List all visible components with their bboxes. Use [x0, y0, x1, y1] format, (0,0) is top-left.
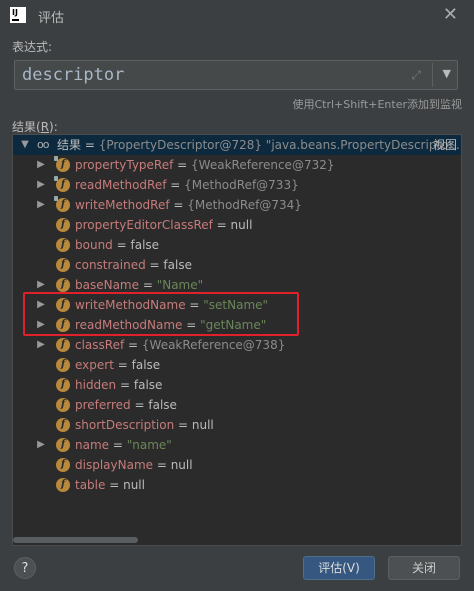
chevron-down-icon[interactable]: ▼ — [443, 67, 451, 80]
expand-icon[interactable]: ⤢ — [411, 68, 421, 83]
view-link[interactable]: 视图 — [433, 135, 457, 155]
field-name: classRef — [75, 338, 125, 352]
tree-row[interactable]: ▶ f readMethodRef = {MethodRef@733} — [13, 175, 461, 195]
expression-value[interactable]: descriptor — [22, 65, 124, 85]
horizontal-scrollbar[interactable] — [13, 537, 138, 543]
field-name: hidden — [75, 378, 117, 392]
expression-label: 表达式: — [12, 40, 53, 54]
field-value: null — [123, 478, 145, 492]
field-icon: f — [56, 278, 70, 292]
field-name: name — [75, 438, 110, 452]
close-button[interactable]: 关闭 — [388, 556, 460, 580]
tree-row[interactable]: f shortDescription = null — [13, 415, 461, 435]
field-icon: f — [56, 398, 70, 412]
expression-separator — [432, 63, 433, 87]
result-tree[interactable]: ▼ oo 结果 = {PropertyDescriptor@728} "java… — [12, 134, 462, 546]
field-name: constrained — [75, 258, 146, 272]
field-value: {WeakReference@732} — [191, 158, 335, 172]
root-name: 结果 — [57, 138, 82, 152]
field-icon: f — [56, 198, 70, 212]
chevron-right-icon[interactable]: ▶ — [35, 155, 47, 175]
field-name: propertyEditorClassRef — [75, 218, 213, 232]
field-icon: f — [56, 438, 70, 452]
field-name: writeMethodRef — [75, 198, 170, 212]
field-name: propertyTypeRef — [75, 158, 174, 172]
highlight-box — [23, 292, 299, 336]
tree-row[interactable]: f table = null — [13, 475, 461, 495]
field-value: "Name" — [156, 278, 204, 292]
tree-row[interactable]: ▶ f classRef = {WeakReference@738} — [13, 335, 461, 355]
tree-row[interactable]: ▶ f writeMethodRef = {MethodRef@734} — [13, 195, 461, 215]
field-value: false — [133, 378, 163, 392]
tree-row[interactable]: f displayName = null — [13, 455, 461, 475]
field-icon: f — [56, 258, 70, 272]
tree-row-root[interactable]: ▼ oo 结果 = {PropertyDescriptor@728} "java… — [13, 135, 461, 155]
field-value: null — [230, 218, 253, 232]
field-name: displayName — [75, 458, 154, 472]
chevron-right-icon[interactable]: ▶ — [35, 195, 47, 215]
tree-row[interactable]: f preferred = false — [13, 395, 461, 415]
field-value: {WeakReference@738} — [141, 338, 286, 352]
field-name: bound — [75, 238, 113, 252]
help-button[interactable]: ? — [14, 557, 36, 579]
evaluate-button[interactable]: 评估(V) — [303, 556, 375, 580]
field-name: readMethodRef — [75, 178, 167, 192]
intellij-logo-icon — [10, 7, 26, 23]
add-to-watches-hint: 使用Ctrl+Shift+Enter添加到监视 — [292, 98, 462, 111]
watch-icon: oo — [37, 138, 50, 151]
field-name: table — [75, 478, 106, 492]
window-title: 评估 — [38, 11, 65, 26]
tree-row[interactable]: f bound = false — [13, 235, 461, 255]
lock-icon — [54, 176, 58, 181]
field-value: false — [163, 258, 192, 272]
expression-input[interactable]: descriptor ⤢ ▼ — [14, 60, 458, 90]
tree-row[interactable]: f expert = false — [13, 355, 461, 375]
chevron-down-icon[interactable]: ▼ — [19, 135, 31, 155]
chevron-right-icon[interactable]: ▶ — [35, 335, 47, 355]
field-name: expert — [75, 358, 114, 372]
field-icon: f — [56, 218, 70, 232]
chevron-right-icon[interactable]: ▶ — [35, 435, 47, 455]
field-icon: f — [56, 358, 70, 372]
tree-row[interactable]: ▶ f propertyTypeRef = {WeakReference@732} — [13, 155, 461, 175]
field-value: false — [148, 398, 177, 412]
field-icon: f — [56, 158, 70, 172]
field-value: false — [130, 238, 160, 252]
result-label: 结果(R): — [12, 120, 58, 134]
field-icon: f — [56, 478, 70, 492]
tree-row[interactable]: f constrained = false — [13, 255, 461, 275]
field-value: null — [191, 418, 214, 432]
field-name: preferred — [75, 398, 131, 412]
field-icon: f — [56, 338, 70, 352]
tree-row[interactable]: f propertyEditorClassRef = null — [13, 215, 461, 235]
close-icon[interactable]: ✕ — [443, 4, 458, 25]
lock-icon — [54, 196, 58, 201]
chevron-right-icon[interactable]: ▶ — [35, 175, 47, 195]
field-value: {MethodRef@733} — [184, 178, 299, 192]
root-value: {PropertyDescriptor@728} "java.beans.Pro… — [98, 138, 460, 152]
tree-row[interactable]: ▶ f name = "name" — [13, 435, 461, 455]
field-name: baseName — [75, 278, 140, 292]
field-icon: f — [56, 458, 70, 472]
field-icon: f — [56, 238, 70, 252]
field-value: "name" — [126, 438, 172, 452]
field-value: false — [131, 358, 161, 372]
field-icon: f — [56, 178, 70, 192]
field-name: shortDescription — [75, 418, 175, 432]
title-bar: 评估 ✕ — [0, 0, 474, 30]
lock-icon — [54, 156, 58, 161]
field-value: null — [170, 458, 193, 472]
tree-row[interactable]: f hidden = false — [13, 375, 461, 395]
field-icon: f — [56, 378, 70, 392]
field-value: {MethodRef@734} — [187, 198, 302, 212]
field-icon: f — [56, 418, 70, 432]
